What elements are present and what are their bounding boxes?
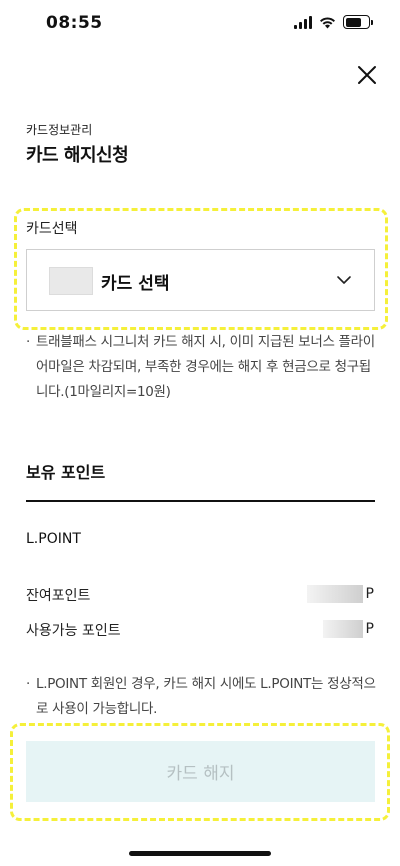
card-cancel-notice: · 트래블패스 시그니처 카드 해지 시, 이미 지급된 보너스 플라이어마일은… xyxy=(26,330,378,405)
close-button[interactable] xyxy=(352,60,382,90)
lpoint-notice-text: L.POINT 회원인 경우, 카드 해지 시에도 L.POINT는 정상적으로… xyxy=(36,676,376,717)
points-divider xyxy=(26,500,375,502)
chevron-down-icon xyxy=(337,276,351,284)
card-select-value: 카드 선택 xyxy=(101,274,170,294)
breadcrumb: 카드정보관리 xyxy=(26,123,93,137)
card-thumbnail xyxy=(49,267,93,295)
available-points-label: 사용가능 포인트 xyxy=(26,623,121,639)
lpoint-title: L.POINT xyxy=(26,531,81,547)
card-select-dropdown[interactable]: 카드 선택 xyxy=(26,249,375,311)
lpoint-notice: · L.POINT 회원인 경우, 카드 해지 시에도 L.POINT는 정상적… xyxy=(26,672,378,722)
battery-icon xyxy=(343,15,373,29)
status-icons xyxy=(294,15,373,29)
cancel-card-button[interactable]: 카드 해지 xyxy=(26,741,375,802)
notice-text: 트래블패스 시그니처 카드 해지 시, 이미 지급된 보너스 플라이어마일은 차… xyxy=(36,334,375,400)
points-unit: P xyxy=(365,586,374,602)
page-title: 카드 해지신청 xyxy=(26,145,129,166)
status-bar: 08:55 xyxy=(0,0,400,48)
points-unit: P xyxy=(365,621,374,637)
bullet: · xyxy=(26,334,30,350)
available-points-value: P xyxy=(322,620,374,638)
home-indicator xyxy=(129,851,271,856)
points-heading: 보유 포인트 xyxy=(26,463,106,482)
masked-value xyxy=(306,585,363,603)
masked-value xyxy=(322,620,363,638)
remaining-points-label: 잔여포인트 xyxy=(26,588,91,604)
wifi-icon xyxy=(320,16,335,28)
close-icon xyxy=(358,66,376,84)
bullet: · xyxy=(26,676,30,692)
remaining-points-value: P xyxy=(306,585,374,603)
cellular-signal-icon xyxy=(294,15,312,29)
card-select-label: 카드선택 xyxy=(26,221,78,237)
status-time: 08:55 xyxy=(46,13,103,33)
